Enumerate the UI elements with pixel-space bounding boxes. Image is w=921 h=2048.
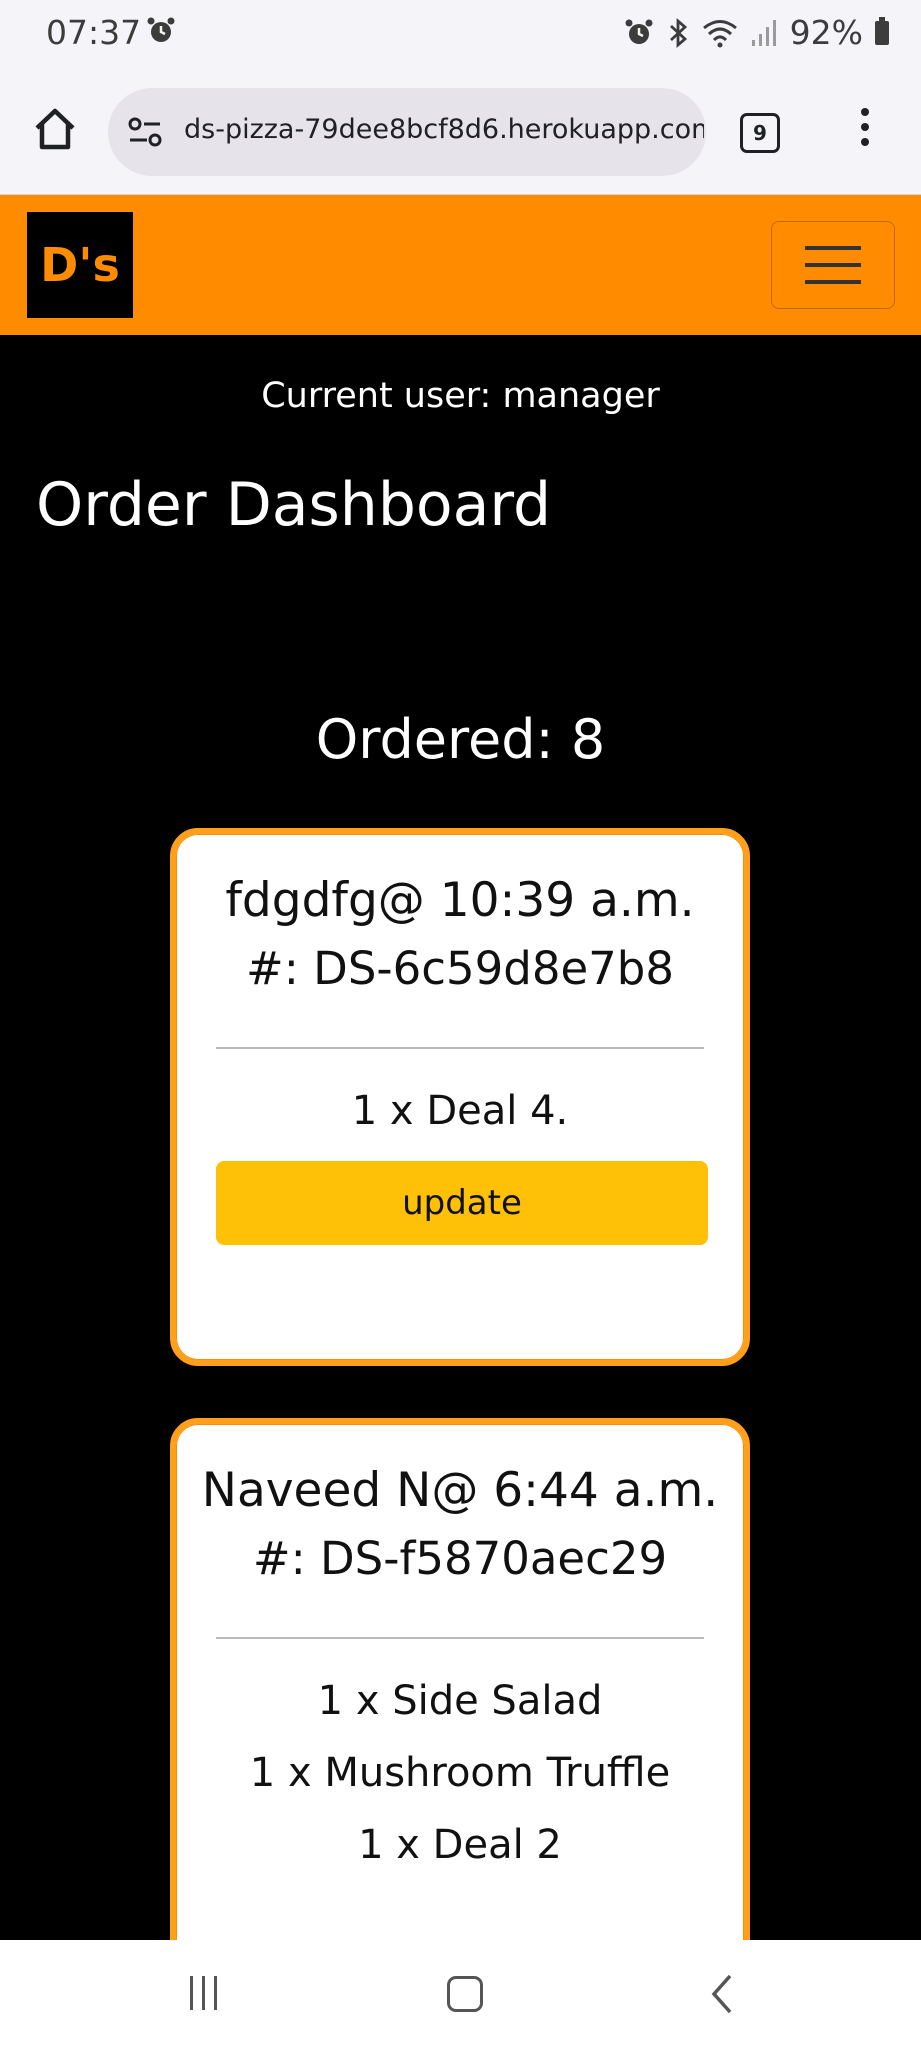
home-icon[interactable] — [30, 104, 80, 154]
order-number: #: DS-f5870aec29 — [252, 1532, 668, 1585]
order-card: Naveed N@ 6:44 a.m. #: DS-f5870aec29 1 x… — [170, 1418, 750, 2018]
status-icons: 92% — [624, 13, 889, 52]
url-text[interactable]: ds-pizza-79dee8bcf8d6.herokuapp.com — [184, 114, 704, 145]
browser-toolbar: ds-pizza-79dee8bcf8d6.herokuapp.com 9 — [0, 66, 921, 195]
site-navbar: D's — [0, 195, 921, 335]
order-customer-time: fdgdfg@ 10:39 a.m. — [225, 873, 695, 928]
order-item: 1 x Deal 2 — [358, 1822, 562, 1868]
browser-menu-icon[interactable] — [858, 108, 872, 154]
address-bar[interactable]: ds-pizza-79dee8bcf8d6.herokuapp.com — [108, 88, 706, 176]
home-button-icon[interactable] — [447, 1976, 483, 2012]
status-time: 07:37 — [46, 13, 142, 52]
battery-icon — [875, 16, 889, 45]
battery-percent: 92% — [789, 13, 863, 52]
bluetooth-icon — [669, 17, 687, 48]
system-navigation-bar — [0, 1940, 921, 2048]
order-customer-time: Naveed N@ 6:44 a.m. — [201, 1463, 719, 1518]
page-title: Order Dashboard — [36, 470, 552, 540]
order-items: 1 x Side Salad 1 x Mushroom Truffle 1 x … — [176, 1665, 744, 1881]
wifi-icon — [702, 19, 737, 47]
order-card: fdgdfg@ 10:39 a.m. #: DS-6c59d8e7b8 1 x … — [170, 828, 750, 1366]
ordered-count-heading: Ordered: 8 — [315, 708, 606, 771]
site-settings-icon[interactable] — [126, 112, 166, 152]
alarm-icon — [625, 19, 653, 44]
divider — [216, 1047, 704, 1049]
current-user-label: Current user: manager — [261, 376, 660, 416]
order-item: 1 x Side Salad — [317, 1678, 603, 1724]
nav-toggle-button[interactable] — [771, 221, 895, 309]
back-icon[interactable] — [706, 1972, 736, 2016]
order-items: 1 x Deal 4. — [176, 1075, 744, 1147]
alarm-icon — [147, 17, 175, 42]
tab-switcher-button[interactable]: 9 — [740, 113, 780, 153]
site-logo[interactable]: D's — [27, 212, 133, 318]
recents-icon[interactable] — [190, 1976, 226, 2014]
order-item: 1 x Deal 4. — [351, 1088, 569, 1134]
signal-icon — [751, 19, 776, 46]
status-bar: 07:37 92% — [0, 0, 921, 66]
update-button[interactable]: update — [216, 1161, 708, 1245]
order-number: #: DS-6c59d8e7b8 — [246, 942, 674, 995]
order-item: 1 x Mushroom Truffle — [249, 1750, 671, 1796]
divider — [216, 1637, 704, 1639]
